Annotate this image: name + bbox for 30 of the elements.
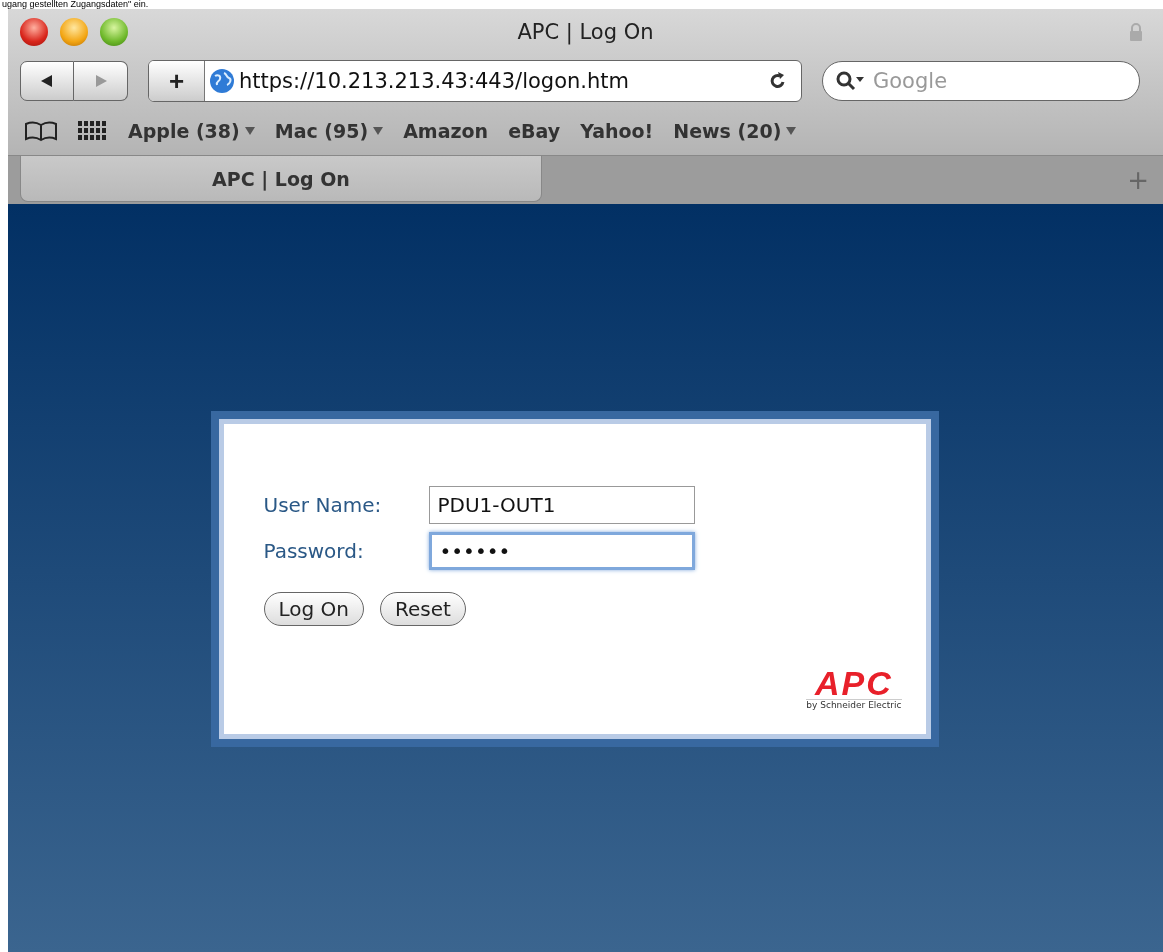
- input-field[interactable]: ••••••: [428, 532, 695, 570]
- form-button[interactable]: Reset: [380, 592, 466, 626]
- close-button[interactable]: [20, 18, 48, 46]
- back-button[interactable]: [20, 61, 74, 101]
- bookmark-item[interactable]: News (20): [673, 120, 797, 142]
- reload-icon[interactable]: [769, 71, 787, 91]
- browser-tab[interactable]: APC | Log On: [20, 156, 542, 202]
- forward-button[interactable]: [74, 61, 128, 101]
- bookmark-item[interactable]: Amazon: [403, 120, 489, 142]
- search-icon: [836, 71, 866, 91]
- bookmark-item[interactable]: Apple (38): [128, 120, 255, 142]
- grid-icon[interactable]: [78, 121, 108, 141]
- bookmark-item[interactable]: Yahoo!: [580, 120, 654, 142]
- url-text: https://10.213.213.43:443/logon.htm: [239, 69, 630, 93]
- add-bookmark-button[interactable]: +: [149, 61, 205, 101]
- window-title: APC | Log On: [517, 20, 654, 44]
- back-icon: [40, 74, 54, 88]
- logo-tagline: by Schneider Electric: [806, 699, 902, 710]
- form-button[interactable]: Log On: [263, 592, 364, 626]
- bookmark-item[interactable]: Mac (95): [274, 120, 384, 142]
- logo-text: APC: [815, 667, 893, 699]
- forward-icon: [93, 74, 108, 88]
- field-label: User Name:: [263, 493, 383, 517]
- search-field[interactable]: Google: [822, 61, 1140, 101]
- caption-text: ugang gestellten Zugangsdaten" ein.: [1, 0, 150, 9]
- address-bar[interactable]: + https://10.213.213.43:443/logon.htm: [148, 60, 802, 102]
- bookmark-item[interactable]: eBay: [508, 120, 561, 142]
- book-icon[interactable]: [24, 120, 58, 142]
- input-field[interactable]: PDU1-OUT1: [428, 486, 695, 524]
- field-label: Password:: [263, 539, 365, 563]
